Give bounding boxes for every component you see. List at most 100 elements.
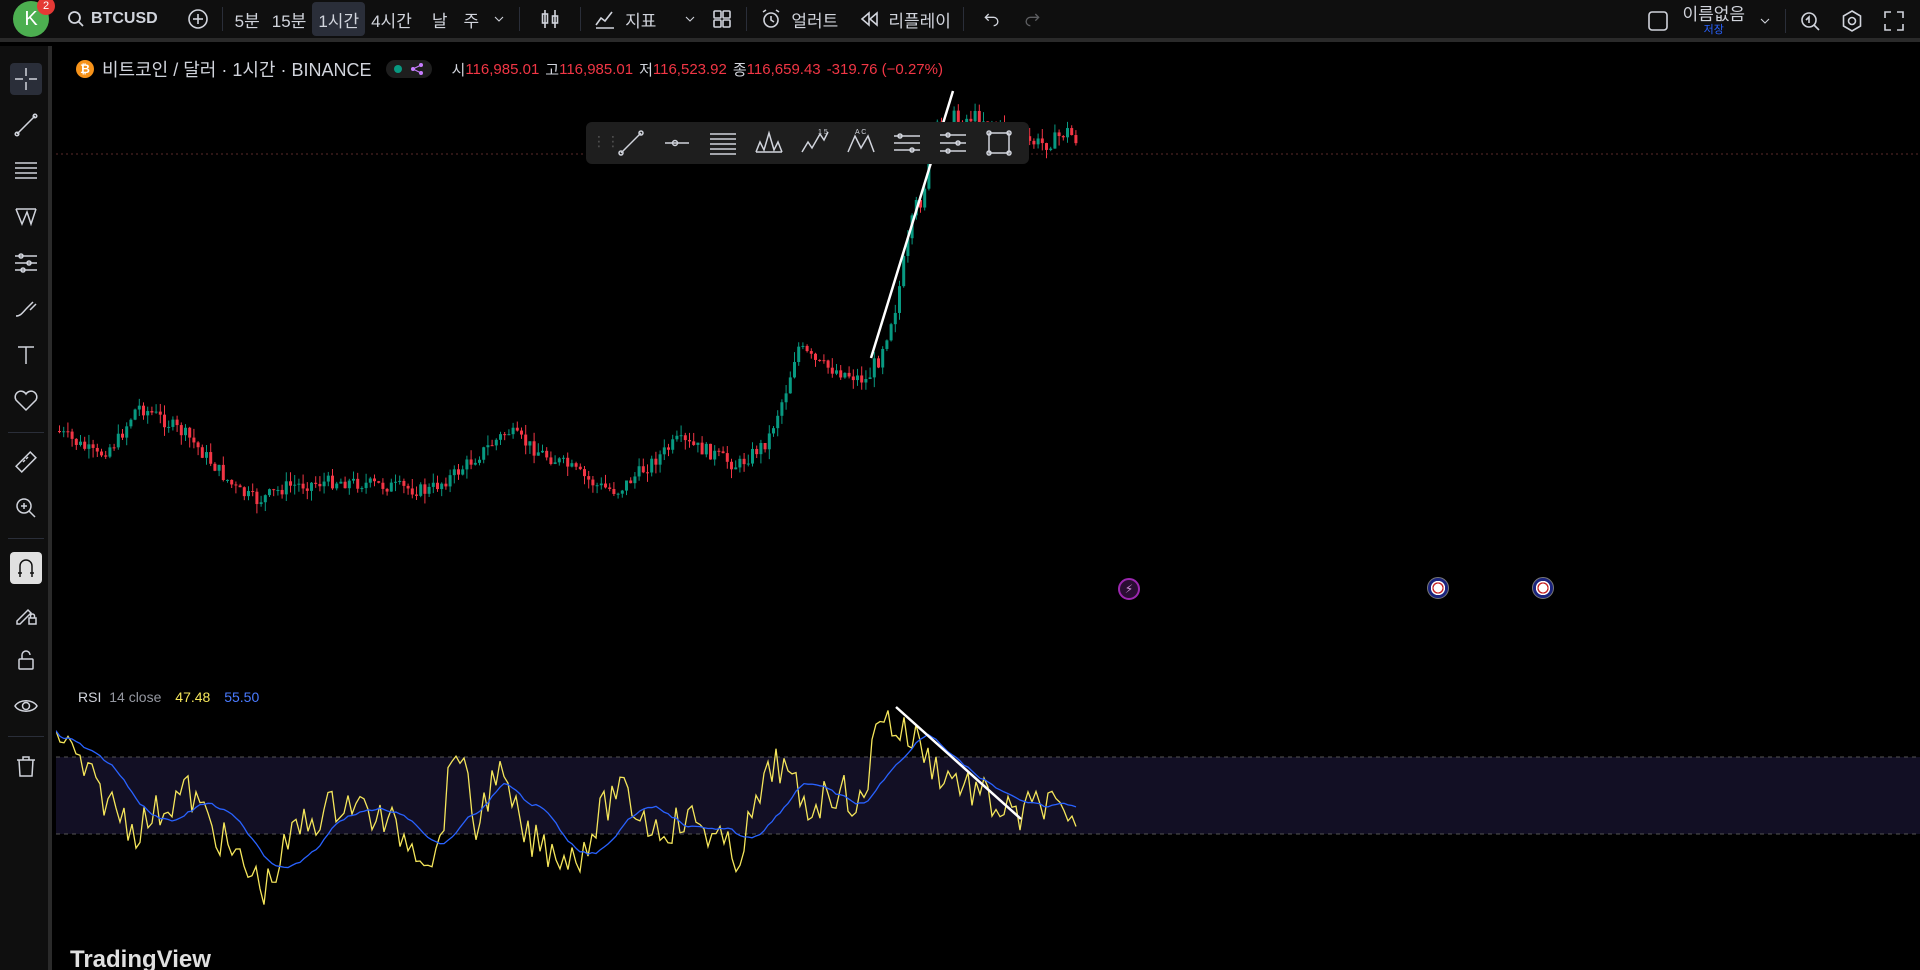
abcd-pattern-button[interactable]: A C [842,126,880,160]
settings-button[interactable] [1834,4,1870,38]
candle-body [566,457,570,467]
icon-tool[interactable] [10,385,42,417]
pattern-tool[interactable] [10,201,42,233]
candle-body [864,378,868,383]
candle-body [322,481,326,487]
quick-search-icon [1801,12,1820,31]
rsi-pane[interactable]: RSI 14 close 47.48 55.50 TradingView [56,679,1920,970]
interval-week[interactable]: 주 [457,2,485,36]
candle-body [763,442,767,450]
candle-body [381,482,385,489]
low-label: 저 [639,61,653,79]
high-value: 116,985.01 [559,60,634,78]
zoom-tool[interactable] [10,492,42,524]
candle-body [368,478,372,483]
chart-type-button[interactable] [532,2,568,36]
candle-body [646,472,649,474]
save-label[interactable]: 저장 [1704,25,1724,36]
magnet-tool[interactable] [10,552,42,584]
candle-body [734,467,738,470]
chart-pane[interactable]: ₿ 비트코인 / 달러 · 1시간 · BINANCE 시 116,985.01 … [56,46,1920,970]
brush-tool[interactable] [10,293,42,325]
symbol-search[interactable]: BTCUSD [61,2,164,36]
layout-select-checkbox[interactable] [1640,4,1676,38]
lightning-event-icon[interactable]: ⚡ [1118,578,1140,600]
elliott-wave-button[interactable]: 1 5 [796,126,834,160]
divider [221,7,223,31]
candle-body [179,425,183,436]
ruler-icon [15,451,37,473]
layouts-button[interactable] [704,2,740,36]
fib-tool[interactable] [10,155,42,187]
measure-tool[interactable] [10,446,42,478]
date-range-button[interactable] [934,126,972,160]
layout-name-button[interactable]: 이름없음 저장 [1676,4,1751,38]
candle-body [713,450,717,460]
trendline-tool[interactable] [10,109,42,141]
candle-body [121,433,124,438]
candle-body [893,312,897,325]
undo-button[interactable] [976,2,1008,36]
rewind-icon [861,11,879,27]
candle-body [276,489,280,491]
candle-body [776,415,780,429]
interval-5m[interactable]: 5분 [229,2,266,36]
rectangle-button[interactable] [980,126,1018,160]
interval-15m[interactable]: 15분 [266,2,313,36]
remove-drawings-tool[interactable] [10,750,42,782]
candle-body [759,442,763,455]
rsi-name[interactable]: RSI [78,689,101,705]
candle-body [427,486,431,494]
interval-1h[interactable]: 1시간 [312,2,366,36]
crosshair-tool[interactable] [10,63,42,95]
head-shoulders-button[interactable] [750,126,788,160]
forecast-button[interactable] [888,126,926,160]
candle-body [104,455,108,457]
replay-button[interactable]: 리플레이 [852,2,957,36]
candle-body [263,495,267,503]
rsi-value: 47.48 [175,689,211,705]
us-flag-event-icon[interactable] [1532,577,1554,599]
candle-body [280,489,284,495]
drag-handle-icon[interactable]: ⋮⋮ [592,133,620,153]
lock-drawings-tool[interactable] [10,598,42,630]
hide-drawings-tool[interactable] [10,690,42,722]
redo-button[interactable] [1016,2,1048,36]
trend-line-button[interactable] [612,126,650,160]
candle-body [956,110,960,122]
indicators-dropdown[interactable] [676,2,704,36]
forecast-tool[interactable] [10,247,42,279]
interval-dropdown[interactable] [485,2,513,36]
rsi-chart[interactable] [56,679,1920,970]
forecast-icon [15,253,37,273]
layout-name: 이름없음 [1682,5,1745,24]
lock-all-tool[interactable] [10,644,42,676]
market-status[interactable] [385,60,432,78]
heart-icon [14,390,38,412]
us-flag-event-icon[interactable] [1427,577,1449,599]
candle-body [352,478,355,481]
horizontal-ray-button[interactable] [658,126,696,160]
user-avatar[interactable]: K 2 [13,0,55,37]
divider [746,7,748,31]
replay-label: 리플레이 [888,11,951,31]
candle-body [860,375,864,383]
symbol-title[interactable]: 비트코인 / 달러 · 1시간 · BINANCE [102,56,372,82]
compare-button[interactable] [180,2,216,36]
indicators-button[interactable]: 지표 [587,2,662,36]
alerts-button[interactable]: 얼러트 [753,2,844,36]
candle-body [217,464,221,471]
interval-day[interactable]: 날 [426,2,454,36]
quick-search-button[interactable] [1792,4,1828,38]
rsi-ma-value: 55.50 [224,689,260,705]
interval-4h[interactable]: 4시간 [365,2,418,36]
candle-body [1045,143,1048,150]
fullscreen-button[interactable] [1876,4,1912,38]
layout-dropdown[interactable] [1751,4,1779,38]
topbar-right: 이름없음 저장 [1640,0,1920,42]
text-tool[interactable] [10,339,42,371]
candle-body [154,411,158,413]
candle-body [347,480,351,489]
candle-body [213,463,217,471]
fib-retracement-button[interactable] [704,126,742,160]
